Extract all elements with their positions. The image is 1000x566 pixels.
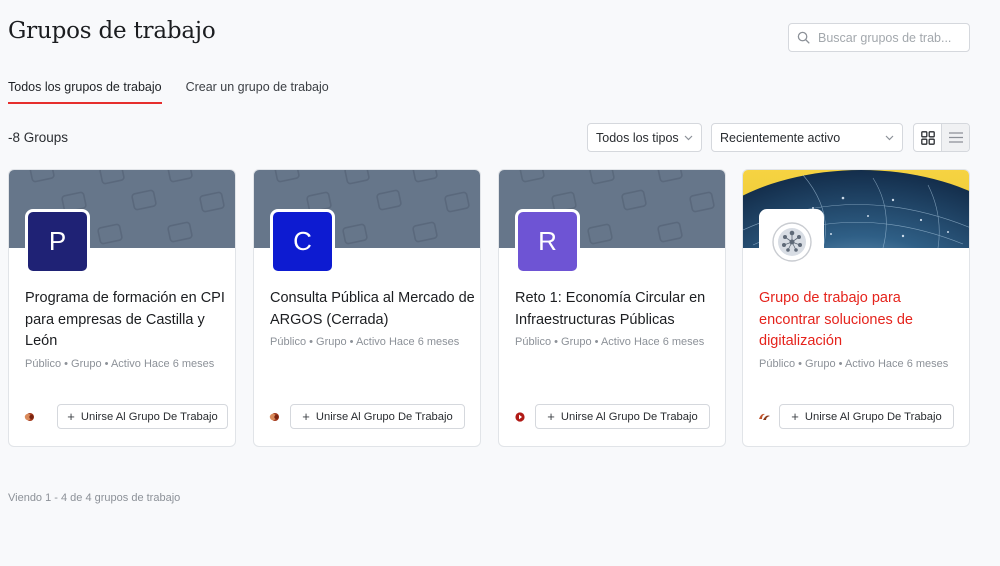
grid-icon [920, 130, 935, 145]
tab-create-group[interactable]: Crear un grupo de trabajo [186, 80, 329, 104]
group-meta: Público • Grupo • Activo Hace 6 meses [759, 358, 949, 370]
group-avatar[interactable] [759, 209, 824, 274]
grid-view-button[interactable] [914, 124, 942, 151]
type-filter-select[interactable]: Todos los tipos [587, 123, 702, 152]
chevron-down-icon [684, 135, 693, 140]
join-group-label: Unirse Al Grupo De Trabajo [804, 410, 942, 423]
join-group-button[interactable]: + Unirse Al Grupo De Trabajo [57, 404, 228, 429]
plus-icon: + [67, 409, 75, 424]
member-avatar-icon [24, 413, 34, 421]
member-avatar-icon [269, 413, 279, 421]
group-avatar[interactable]: R [515, 209, 580, 274]
tab-all-groups[interactable]: Todos los grupos de trabajo [8, 80, 162, 104]
join-group-button[interactable]: + Unirse Al Grupo De Trabajo [290, 404, 465, 429]
search-icon [797, 31, 810, 44]
group-card[interactable]: Grupo de trabajo para encontrar solucion… [742, 169, 970, 447]
list-icon [948, 132, 963, 143]
plus-icon: + [547, 409, 555, 424]
group-meta: Público • Grupo • Activo Hace 6 meses [25, 358, 215, 370]
group-card[interactable]: C Consulta Pública al Mercado de ARGOS (… [253, 169, 481, 447]
page-title: Grupos de trabajo [8, 18, 216, 44]
member-avatar-icon [759, 413, 770, 420]
join-group-button[interactable]: + Unirse Al Grupo De Trabajo [535, 404, 710, 429]
group-title[interactable]: Grupo de trabajo para encontrar solucion… [759, 288, 964, 353]
group-avatar[interactable]: C [270, 209, 335, 274]
group-card[interactable]: R Reto 1: Economía Circular en Infraestr… [498, 169, 726, 447]
pagination-info: Viendo 1 - 4 de 4 grupos de trabajo [8, 492, 181, 504]
network-logo-icon [771, 221, 812, 262]
list-view-button[interactable] [942, 124, 969, 151]
search-input[interactable] [818, 30, 968, 45]
group-count: -8 Groups [8, 130, 69, 145]
search-box[interactable] [788, 23, 970, 52]
chevron-down-icon [885, 135, 894, 140]
group-meta: Público • Grupo • Activo Hace 6 meses [270, 336, 460, 348]
join-group-label: Unirse Al Grupo De Trabajo [560, 410, 698, 423]
sort-select[interactable]: Recientemente activo [711, 123, 903, 152]
tab-bar: Todos los grupos de trabajo Crear un gru… [8, 80, 353, 104]
sort-label: Recientemente activo [720, 130, 841, 145]
join-group-button[interactable]: + Unirse Al Grupo De Trabajo [779, 404, 954, 429]
member-avatar-icon [515, 412, 525, 422]
group-title[interactable]: Programa de formación en CPI para empres… [25, 288, 230, 353]
group-card[interactable]: P Programa de formación en CPI para empr… [8, 169, 236, 447]
plus-icon: + [791, 409, 799, 424]
type-filter-label: Todos los tipos [596, 130, 679, 145]
group-title[interactable]: Consulta Pública al Mercado de ARGOS (Ce… [270, 288, 475, 331]
group-title[interactable]: Reto 1: Economía Circular en Infraestruc… [515, 288, 720, 331]
plus-icon: + [302, 409, 310, 424]
join-group-label: Unirse Al Grupo De Trabajo [315, 410, 453, 423]
view-toggle [913, 123, 970, 152]
group-meta: Público • Grupo • Activo Hace 6 meses [515, 336, 705, 348]
group-avatar[interactable]: P [25, 209, 90, 274]
join-group-label: Unirse Al Grupo De Trabajo [80, 410, 218, 423]
